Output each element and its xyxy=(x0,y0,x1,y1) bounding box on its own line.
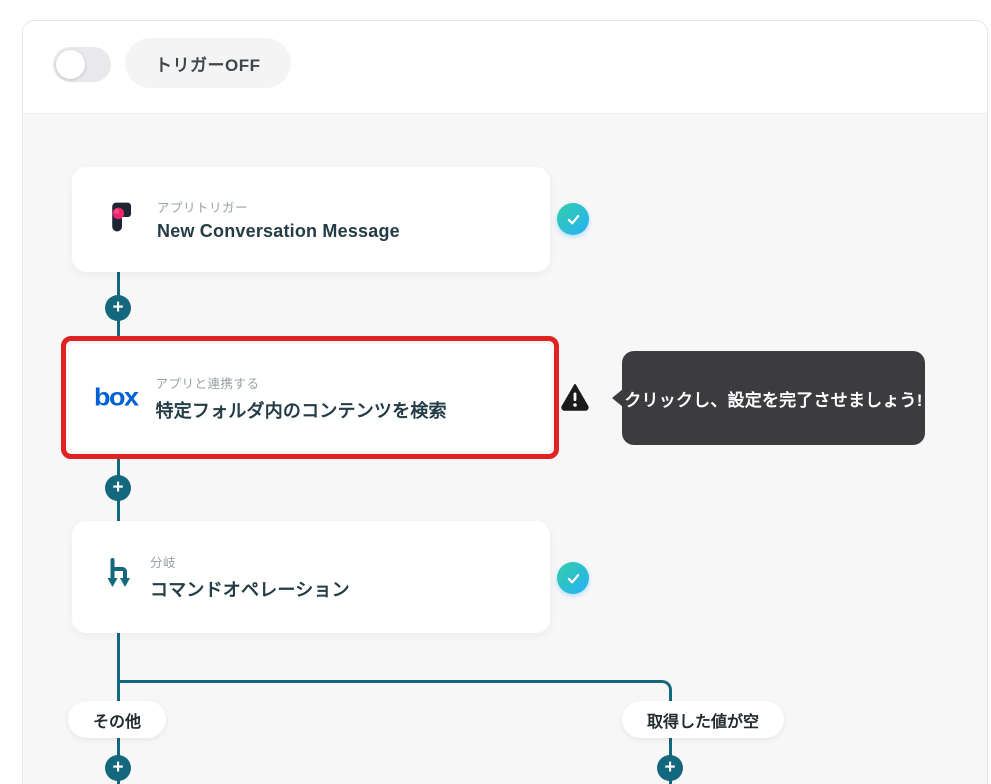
trigger-toggle[interactable] xyxy=(53,47,111,82)
node-type-label: 分岐 xyxy=(150,556,177,570)
status-check-icon xyxy=(557,203,589,235)
add-step-button[interactable] xyxy=(105,755,131,781)
node-card-app-trigger[interactable]: アプリトリガー New Conversation Message xyxy=(72,167,550,272)
workflow-editor: トリガーOFF アプリトリガー New Conversation Message… xyxy=(0,0,991,784)
tooltip-text: クリックし、設定を完了させましょう! xyxy=(624,390,923,410)
node-type-label: アプリと連携する xyxy=(155,376,260,391)
branch-icon xyxy=(105,558,132,596)
status-check-icon xyxy=(557,562,589,594)
node-title: コマンドオペレーション xyxy=(150,580,350,600)
branch-label-empty-value[interactable]: 取得した値が空 xyxy=(622,701,785,738)
warning-icon xyxy=(560,383,590,411)
node-card-box-search[interactable]: box アプリと連携する 特定フォルダ内のコンテンツを検索 xyxy=(69,344,551,451)
branch-label-text: その他 xyxy=(93,713,142,731)
trigger-status-label: トリガーOFF xyxy=(155,55,261,75)
branch-label-other[interactable]: その他 xyxy=(68,701,167,738)
node-type-label: アプリトリガー xyxy=(157,201,249,215)
node-card-box-search-highlight[interactable]: box アプリと連携する 特定フォルダ内のコンテンツを検索 xyxy=(61,336,559,459)
node-title: New Conversation Message xyxy=(157,221,400,241)
add-step-button[interactable] xyxy=(657,755,683,781)
box-app-icon: box xyxy=(94,383,139,411)
front-app-icon xyxy=(105,200,139,239)
toggle-knob-icon xyxy=(56,50,85,79)
node-card-branch-operation[interactable]: 分岐 コマンドオペレーション xyxy=(72,521,550,633)
node-title: 特定フォルダ内のコンテンツを検索 xyxy=(155,400,447,421)
trigger-status-badge: トリガーOFF xyxy=(125,38,291,88)
add-step-button[interactable] xyxy=(105,475,131,501)
setup-tooltip: クリックし、設定を完了させましょう! xyxy=(612,351,925,445)
branch-label-text: 取得した値が空 xyxy=(647,713,760,731)
add-step-button[interactable] xyxy=(105,295,131,321)
branch-connector-line xyxy=(118,680,672,704)
tooltip-arrow-icon xyxy=(612,389,623,407)
